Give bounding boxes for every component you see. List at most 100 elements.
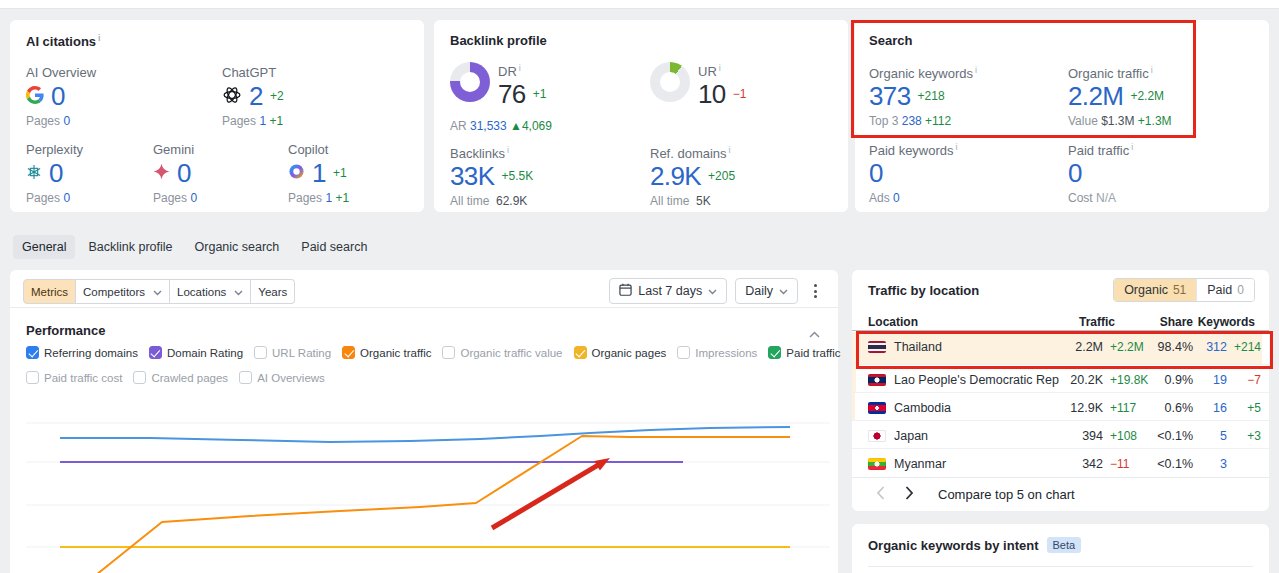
search-card: Search Organic keywordsi 373+218 Top 3 2… bbox=[855, 20, 1269, 212]
tab-backlink-profile[interactable]: Backlink profile bbox=[79, 235, 181, 259]
table-row-laos[interactable]: Lao People's Democratic Republic 20.2K +… bbox=[852, 365, 1269, 393]
tab-organic-search[interactable]: Organic search bbox=[186, 235, 289, 259]
divider bbox=[10, 307, 838, 308]
toggle-organic[interactable]: Organic51 bbox=[1114, 279, 1196, 301]
ur-donut-chart bbox=[650, 62, 690, 102]
column-location[interactable]: Location bbox=[868, 315, 1059, 329]
table-footer: Compare top 5 on chart bbox=[852, 477, 1269, 511]
granularity-button[interactable]: Daily bbox=[735, 278, 798, 304]
column-share[interactable]: Share bbox=[1151, 315, 1193, 329]
paid-keywords-count[interactable]: 0 bbox=[869, 158, 883, 189]
info-icon[interactable]: i bbox=[1151, 65, 1153, 75]
checkbox bbox=[342, 346, 355, 359]
date-range-button[interactable]: Last 7 days bbox=[609, 278, 727, 304]
chart-date-controls: Last 7 days Daily bbox=[609, 278, 824, 304]
dr-donut-chart bbox=[450, 62, 490, 102]
paid-keywords-metric: Paid keywordsi 0 Ads 0 bbox=[869, 142, 958, 205]
metric-checkbox-url-rating[interactable]: URL Rating bbox=[254, 346, 331, 359]
checkbox bbox=[574, 346, 587, 359]
more-options-kebab[interactable] bbox=[806, 278, 824, 304]
traffic-by-location-title: Traffic by location bbox=[868, 283, 979, 298]
performance-line-chart bbox=[10, 270, 838, 573]
info-icon[interactable]: i bbox=[1131, 142, 1133, 152]
google-icon bbox=[26, 86, 44, 107]
perplexity-count[interactable]: 0 bbox=[49, 158, 63, 189]
table-header: Location Traffic Share Keywords bbox=[852, 314, 1269, 331]
locations-filter-button[interactable]: Locations bbox=[170, 279, 251, 304]
myanmar-flag-icon bbox=[868, 458, 886, 470]
column-traffic[interactable]: Traffic bbox=[1059, 315, 1151, 329]
pagination-next-icon[interactable] bbox=[905, 486, 914, 503]
perplexity-metric: Perplexity 0 Pages 0 bbox=[26, 142, 83, 205]
paid-traffic-metric: Paid traffici 0 Cost N/A bbox=[1068, 142, 1133, 205]
performance-panel: Metrics Competitors Locations Years Last… bbox=[10, 270, 838, 573]
dr-metric: DRi 76+1 bbox=[498, 63, 546, 108]
table-row-cambodia[interactable]: Cambodia 12.9K +117 0.6% 16 +5 bbox=[852, 393, 1269, 421]
checkbox bbox=[677, 346, 690, 359]
metric-checkbox-organic-pages[interactable]: Organic pages bbox=[574, 346, 667, 359]
table-row-thailand[interactable]: Thailand 2.2M +2.2M 98.4% 312 +214 bbox=[852, 332, 1269, 365]
performance-title: Performance bbox=[26, 323, 105, 338]
organic-keywords-count[interactable]: 373 bbox=[869, 81, 911, 112]
info-icon[interactable]: i bbox=[507, 145, 509, 155]
metric-checkbox-crawled-pages[interactable]: Crawled pages bbox=[133, 371, 228, 384]
metric-toggles-row: Paid traffic cost Crawled pages AI Overv… bbox=[26, 371, 325, 384]
info-icon[interactable]: i bbox=[98, 33, 101, 43]
ai-overview-count[interactable]: 0 bbox=[51, 81, 65, 112]
japan-flag-icon bbox=[868, 430, 886, 442]
calendar-icon bbox=[619, 283, 632, 299]
keywords-by-intent-card: Organic keywords by intentBeta bbox=[852, 524, 1269, 573]
chevron-down-icon bbox=[779, 284, 788, 298]
toggle-paid[interactable]: Paid0 bbox=[1196, 279, 1254, 301]
copilot-count[interactable]: 1 bbox=[312, 158, 326, 189]
tab-paid-search[interactable]: Paid search bbox=[292, 235, 376, 259]
seo-overview-dashboard: AI citationsi AI Overview 0 Pages 0 Chat… bbox=[0, 0, 1279, 573]
chatgpt-count[interactable]: 2 bbox=[249, 81, 263, 112]
section-tabs: General Backlink profile Organic search … bbox=[13, 235, 376, 259]
metrics-filter-button[interactable]: Metrics bbox=[23, 279, 76, 304]
info-icon[interactable]: i bbox=[729, 145, 731, 155]
collapse-chevron-icon[interactable] bbox=[809, 326, 820, 341]
organic-traffic-count[interactable]: 2.2M bbox=[1068, 81, 1123, 112]
table-row-myanmar[interactable]: Myanmar 342 −11 <0.1% 3 bbox=[852, 449, 1269, 477]
chart-filter-group: Metrics Competitors Locations Years bbox=[23, 279, 295, 304]
metric-checkbox-organic-traffic[interactable]: Organic traffic bbox=[342, 346, 431, 359]
info-icon[interactable]: i bbox=[975, 65, 977, 75]
metric-checkbox-referring-domains[interactable]: Referring domains bbox=[26, 346, 138, 359]
keywords-by-intent-title: Organic keywords by intentBeta bbox=[868, 537, 1081, 553]
traffic-by-location-panel: Traffic by location Organic51 Paid0 Loca… bbox=[852, 270, 1269, 511]
checkbox bbox=[442, 346, 455, 359]
table-row-japan[interactable]: Japan 394 +108 <0.1% 5 +3 bbox=[852, 421, 1269, 449]
metric-checkbox-impressions[interactable]: Impressions bbox=[677, 346, 757, 359]
info-icon[interactable]: i bbox=[956, 142, 958, 152]
competitors-filter-button[interactable]: Competitors bbox=[76, 279, 170, 304]
gemini-metric: Gemini 0 Pages 0 bbox=[153, 142, 198, 205]
checkbox bbox=[768, 346, 781, 359]
top-card-edge bbox=[0, 0, 1279, 9]
paid-traffic-count[interactable]: 0 bbox=[1068, 158, 1082, 189]
chevron-down-icon bbox=[234, 286, 243, 298]
copilot-icon bbox=[288, 163, 305, 183]
ref-domains-metric: Ref. domainsi 2.9K+205 All time 5K bbox=[650, 145, 735, 208]
metric-checkbox-ai-overviews[interactable]: AI Overviews bbox=[239, 371, 325, 384]
metric-checkbox-domain-rating[interactable]: Domain Rating bbox=[149, 346, 243, 359]
ar-line: AR 31,533 ▲4,069 bbox=[450, 119, 552, 133]
metric-checkbox-paid-traffic[interactable]: Paid traffic bbox=[768, 346, 840, 359]
chevron-down-icon bbox=[708, 284, 717, 298]
backlinks-count[interactable]: 33K bbox=[450, 161, 494, 192]
info-icon[interactable]: i bbox=[719, 63, 721, 73]
gemini-count[interactable]: 0 bbox=[177, 158, 191, 189]
pagination-prev-icon[interactable] bbox=[876, 486, 885, 503]
info-icon[interactable]: i bbox=[519, 63, 521, 73]
chatgpt-metric: ChatGPT 2+2 Pages 1 +1 bbox=[222, 65, 284, 128]
compare-top5-link[interactable]: Compare top 5 on chart bbox=[938, 487, 1075, 502]
tab-general[interactable]: General bbox=[13, 235, 75, 259]
years-filter-button[interactable]: Years bbox=[251, 279, 295, 304]
cambodia-flag-icon bbox=[868, 402, 886, 414]
metric-checkbox-organic-traffic-value[interactable]: Organic traffic value bbox=[442, 346, 562, 359]
checkbox bbox=[26, 371, 39, 384]
column-keywords[interactable]: Keywords bbox=[1193, 315, 1261, 329]
organic-paid-toggle: Organic51 Paid0 bbox=[1113, 278, 1255, 302]
metric-checkbox-paid-traffic-cost[interactable]: Paid traffic cost bbox=[26, 371, 122, 384]
ref-domains-count[interactable]: 2.9K bbox=[650, 161, 701, 192]
